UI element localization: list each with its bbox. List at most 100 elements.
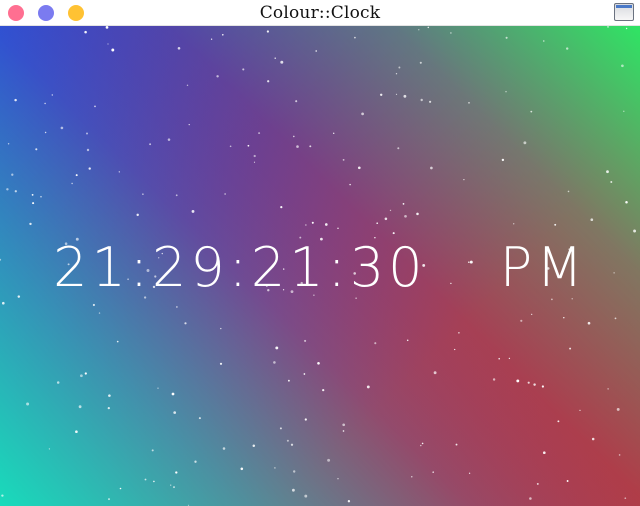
star [177, 47, 181, 50]
star [527, 381, 530, 384]
star [273, 361, 276, 364]
star [349, 183, 351, 186]
star [455, 443, 458, 446]
star [398, 66, 401, 69]
star [107, 43, 109, 45]
star [337, 478, 339, 480]
star [505, 90, 507, 93]
star [419, 61, 422, 64]
star [633, 229, 637, 233]
star [253, 154, 256, 158]
star [458, 331, 460, 334]
window-icon[interactable] [614, 3, 634, 21]
star [468, 102, 470, 104]
star [508, 357, 511, 360]
star [92, 303, 95, 307]
star [347, 500, 351, 503]
star [266, 30, 270, 33]
star [40, 195, 42, 198]
title-bar[interactable]: Colour::Clock [0, 0, 640, 26]
star [136, 213, 139, 217]
star [416, 212, 419, 216]
star [2, 301, 5, 305]
star [421, 442, 424, 445]
star [505, 36, 508, 39]
star [492, 378, 496, 381]
star [563, 316, 565, 319]
star [210, 38, 213, 40]
star [354, 36, 356, 39]
star [119, 487, 122, 490]
star [274, 57, 276, 59]
star [84, 372, 87, 375]
star [533, 383, 536, 386]
star [118, 171, 120, 173]
star [607, 26, 609, 28]
star [554, 223, 557, 226]
star [304, 418, 307, 421]
star [607, 388, 609, 390]
star [304, 494, 308, 498]
star [224, 193, 226, 195]
star [173, 411, 177, 414]
star [242, 68, 245, 71]
star [311, 221, 314, 224]
star [463, 178, 465, 181]
star [7, 143, 10, 145]
star [621, 64, 624, 68]
star [184, 322, 187, 325]
clock-period: PM [499, 236, 587, 299]
star [144, 478, 147, 481]
star [194, 460, 197, 463]
star [430, 166, 433, 170]
clock-time: 21:29:21:30 [53, 236, 427, 299]
star [98, 312, 101, 314]
star [14, 190, 17, 193]
star [516, 379, 520, 383]
star [280, 206, 283, 209]
star [376, 222, 379, 225]
star [293, 470, 296, 473]
star [149, 143, 152, 146]
star [188, 123, 190, 126]
star [167, 138, 171, 141]
app-window: Colour::Clock 21:29:21:30 PM [0, 0, 640, 506]
star [542, 451, 546, 455]
star [614, 317, 617, 320]
star [253, 161, 256, 163]
star [523, 141, 527, 145]
star [531, 313, 533, 316]
star [618, 454, 621, 456]
star [142, 193, 144, 195]
star [175, 471, 178, 474]
star [222, 447, 226, 450]
star [567, 190, 570, 193]
star [379, 93, 383, 97]
star [433, 371, 437, 375]
star [26, 402, 30, 406]
star [85, 132, 89, 135]
star [468, 472, 471, 474]
star [624, 497, 627, 500]
star [625, 201, 628, 204]
star [541, 385, 545, 388]
star [108, 498, 110, 501]
star [175, 194, 178, 197]
star [88, 167, 91, 170]
star [389, 209, 392, 212]
star [342, 423, 346, 427]
star [591, 437, 595, 441]
star [56, 381, 60, 384]
star [432, 471, 434, 473]
star [6, 188, 9, 191]
star [309, 145, 312, 148]
star [530, 110, 533, 113]
star [108, 394, 111, 397]
star [290, 443, 294, 446]
star [78, 405, 82, 409]
star [247, 144, 250, 147]
star [579, 409, 581, 412]
star [543, 40, 545, 42]
star [116, 340, 119, 343]
star [75, 174, 78, 177]
